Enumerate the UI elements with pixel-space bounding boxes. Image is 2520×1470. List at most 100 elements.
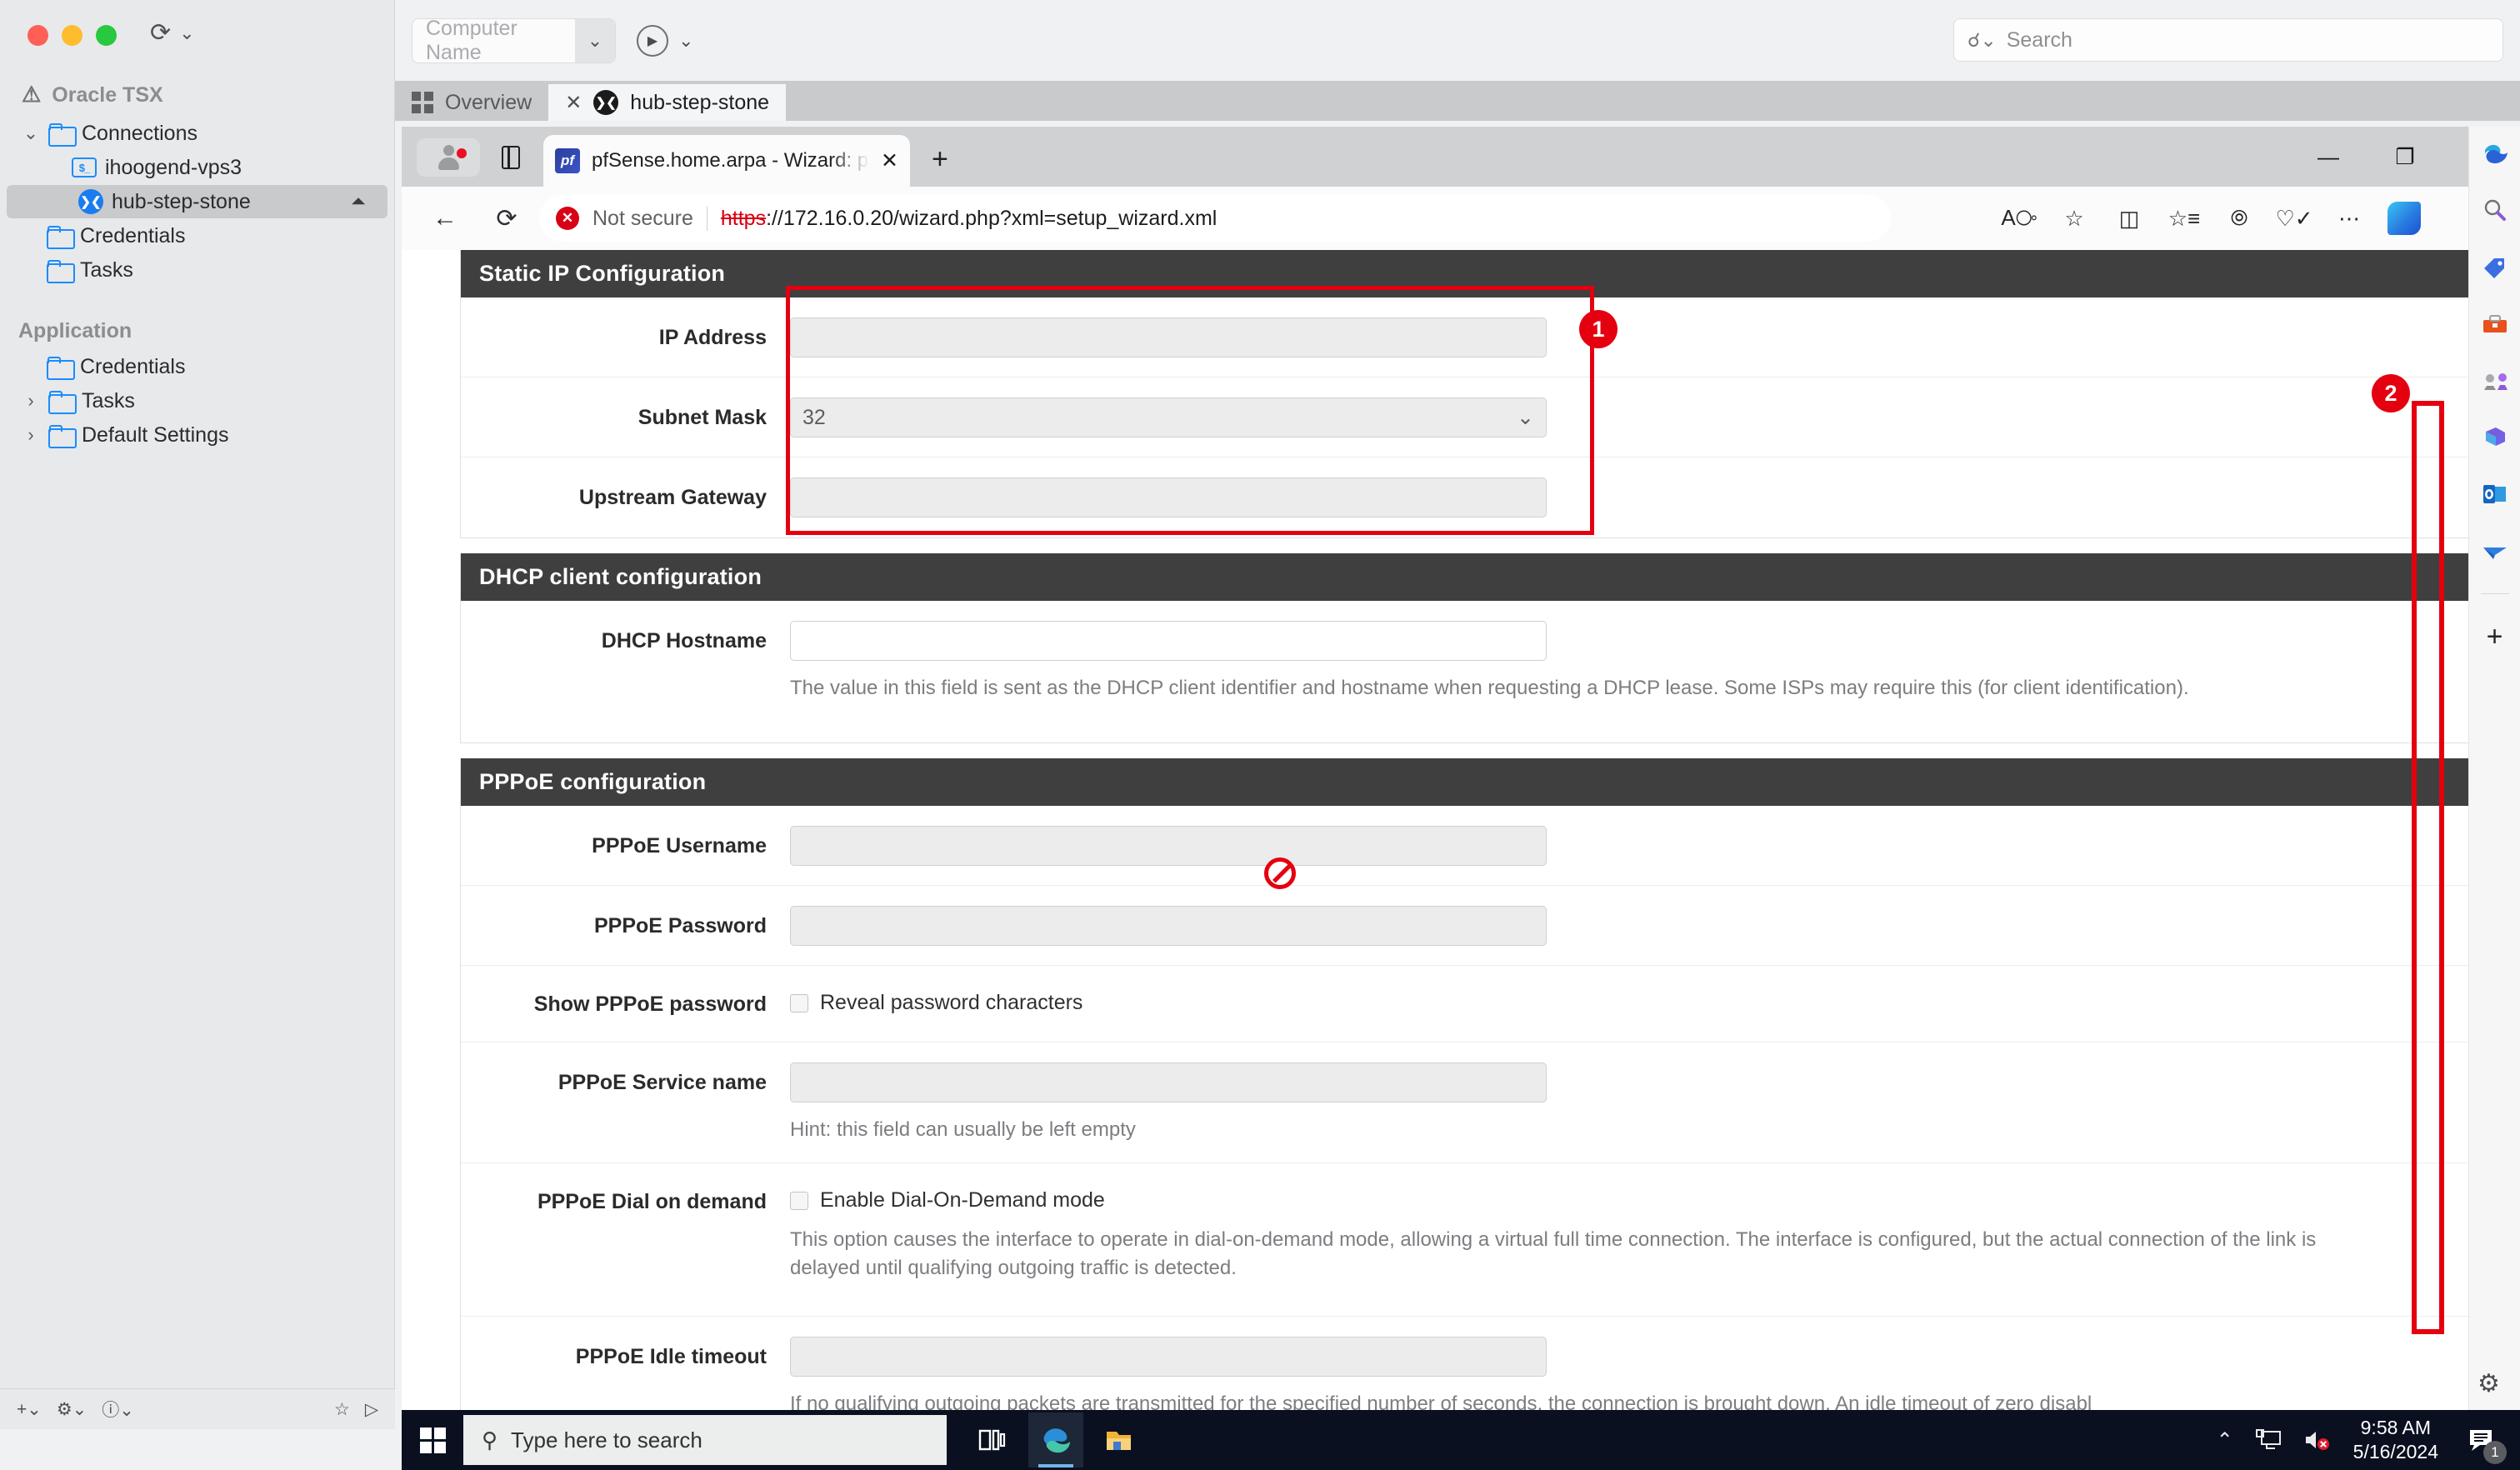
form-row-pppoe-dial-on-demand: PPPoE Dial on demand Enable Dial-On-Dema… [461,1163,2469,1318]
terminal-icon: $_ [72,158,97,178]
sidebar-item-label: Credentials [80,354,186,378]
copilot-icon[interactable] [2380,194,2428,242]
search-icon[interactable] [2478,193,2512,228]
restore-button[interactable]: ❐ [2367,127,2443,187]
chevron-down-icon[interactable]: ⌄ [678,30,693,52]
host-search-box[interactable]: ☌⌄ Search [1953,18,2503,62]
games-icon[interactable] [2478,363,2512,398]
add-icon[interactable]: + [2478,619,2512,654]
chevron-right-icon[interactable]: › [22,392,40,410]
favorites-star-icon[interactable]: ☆ [2050,194,2098,242]
tab-hub-step-stone[interactable]: ✕ ❯❮ hub-step-stone [548,84,787,121]
play-icon[interactable]: ▶ [637,25,668,57]
volume-muted-icon[interactable] [2303,1428,2332,1452]
sidebar-item-connections-credentials[interactable]: Credentials [0,219,394,252]
disconnect-eject-icon[interactable]: ⏶ [351,191,366,212]
sidebar-item-application-tasks[interactable]: › Tasks [0,384,394,418]
read-aloud-icon[interactable]: A⧂ [1995,194,2043,242]
play-triangle-icon[interactable]: ▷ [365,1399,378,1420]
info-icon[interactable]: ⓘ⌄ [102,1397,134,1422]
pfsense-wizard-page: Static IP Configuration IP Address Subne… [402,250,2520,1410]
chevron-right-icon[interactable]: › [22,426,40,444]
start-button[interactable] [402,1410,463,1470]
shopping-tag-icon[interactable] [2478,250,2512,285]
window-traffic-lights[interactable] [28,25,117,46]
system-tray: ⌃ 9:58 AM 5/16/2024 1 [2217,1410,2520,1470]
sidebar-item-hub-step-stone[interactable]: ❯❮ hub-step-stone ⏶ [7,185,388,218]
split-screen-icon[interactable]: ◫ [2105,194,2153,242]
sidebar-item-label: Tasks [80,258,133,282]
reveal-password-checkbox[interactable] [790,993,808,1012]
connect-control[interactable]: ▶ ⌄ [637,25,693,57]
pppoe-idle-timeout-input[interactable] [790,1337,1547,1378]
close-window-button[interactable] [28,25,48,46]
taskbar-search-input[interactable]: Type here to search [511,1428,702,1453]
chevron-down-icon[interactable]: ⌄ [22,124,40,142]
taskbar-search-box[interactable]: ⚲ Type here to search [463,1415,947,1465]
back-button[interactable]: ← [420,193,470,243]
profile-button[interactable] [417,138,480,177]
form-row-pppoe-password: PPPoE Password [461,886,2469,966]
file-explorer-icon[interactable] [1092,1412,1147,1468]
settings-gear-icon[interactable]: ⚙⌄ [57,1399,87,1420]
vertical-tabs-button[interactable] [495,142,527,173]
not-secure-icon[interactable]: ✕ [556,207,579,230]
panel-pppoe-configuration: PPPoE configuration PPPoE Username PPPoE… [460,758,2470,1410]
sidebar-item-ihoogend-vps3[interactable]: $_ ihoogend-vps3 [0,151,394,184]
pppoe-username-input[interactable] [790,826,1547,866]
reconnect-icon[interactable]: ⟳ [150,18,171,48]
close-icon[interactable]: ✕ [881,148,898,173]
maximize-window-button[interactable] [96,25,117,46]
computer-name-combobox[interactable]: Computer Name ⌄ [412,17,616,65]
upstream-gateway-input[interactable] [790,478,1547,518]
edge-icon[interactable] [1028,1412,1083,1468]
taskbar-clock[interactable]: 9:58 AM 5/16/2024 [2353,1416,2438,1464]
sidebar-item-default-settings[interactable]: › Default Settings [0,418,394,452]
tab-overview[interactable]: Overview [395,84,549,121]
sidebar-group-connections[interactable]: ⌄ Connections [0,117,394,150]
dial-on-demand-checkbox-row[interactable]: Enable Dial-On-Demand mode [790,1183,2452,1212]
reconnect-dropdown[interactable]: ⟳ ⌄ [150,18,195,48]
sidebar-item-connections-tasks[interactable]: Tasks [0,253,394,287]
browser-essentials-icon[interactable]: ♡✓ [2270,194,2318,242]
ip-address-input[interactable] [790,318,1547,358]
close-icon[interactable]: ✕ [565,91,582,115]
computer-name-input[interactable]: Computer Name [412,17,575,65]
reload-button[interactable]: ⟳ [482,193,532,243]
favorites-star-icon[interactable]: ☆ [334,1399,350,1420]
url-text[interactable]: https://172.16.0.20/wizard.php?xml=setup… [721,207,1217,231]
notification-center-button[interactable]: 1 [2460,1418,2507,1464]
show-hidden-icons-chevron-icon[interactable]: ⌃ [2217,1428,2233,1452]
dhcp-hostname-input[interactable] [790,621,1547,661]
address-bar[interactable]: ✕ Not secure https://172.16.0.20/wizard.… [539,195,1891,242]
tools-toolbox-icon[interactable] [2478,307,2512,342]
sidebar-item-application-credentials[interactable]: Credentials [0,350,394,383]
collections-icon[interactable]: ☆≡ [2160,194,2208,242]
minimize-window-button[interactable] [62,25,82,46]
host-search-input[interactable]: Search [2007,28,2072,52]
field-label: Upstream Gateway [578,486,767,509]
reveal-password-checkbox-row[interactable]: Reveal password characters [790,986,2452,1015]
chevron-down-icon[interactable]: ⌄ [575,19,615,62]
add-tab-to-group-icon[interactable]: ⦾ [2215,194,2263,242]
sidebar-root-row[interactable]: ⚠ Oracle TSX [0,83,394,108]
copilot-icon[interactable] [2478,137,2512,172]
sidebar-settings-gear-icon[interactable]: ⚙ [2478,1369,2508,1398]
new-tab-button[interactable]: + [932,145,948,173]
subnet-mask-select[interactable]: 32 ⌄ [790,398,1547,438]
browser-tab-pfsense[interactable]: pf pfSense.home.arpa - Wizard: pfS ✕ [543,135,910,187]
panel-title: DHCP client configuration [461,553,2469,601]
send-plane-icon[interactable] [2478,533,2512,568]
minimize-button[interactable]: — [2290,127,2367,187]
dial-on-demand-checkbox[interactable] [790,1191,808,1210]
vertical-tabs-icon [502,145,520,169]
network-monitor-icon[interactable] [2255,1428,2282,1452]
add-item-icon[interactable]: +⌄ [17,1399,42,1420]
outlook-icon[interactable] [2478,477,2512,512]
designer-icon[interactable] [2478,420,2512,455]
settings-and-more-icon[interactable]: ⋯ [2325,194,2373,242]
chevron-down-icon[interactable]: ⌄ [179,22,194,44]
pppoe-password-input[interactable] [790,906,1547,946]
task-view-icon[interactable] [965,1412,1020,1468]
pppoe-service-name-input[interactable] [790,1062,1547,1102]
